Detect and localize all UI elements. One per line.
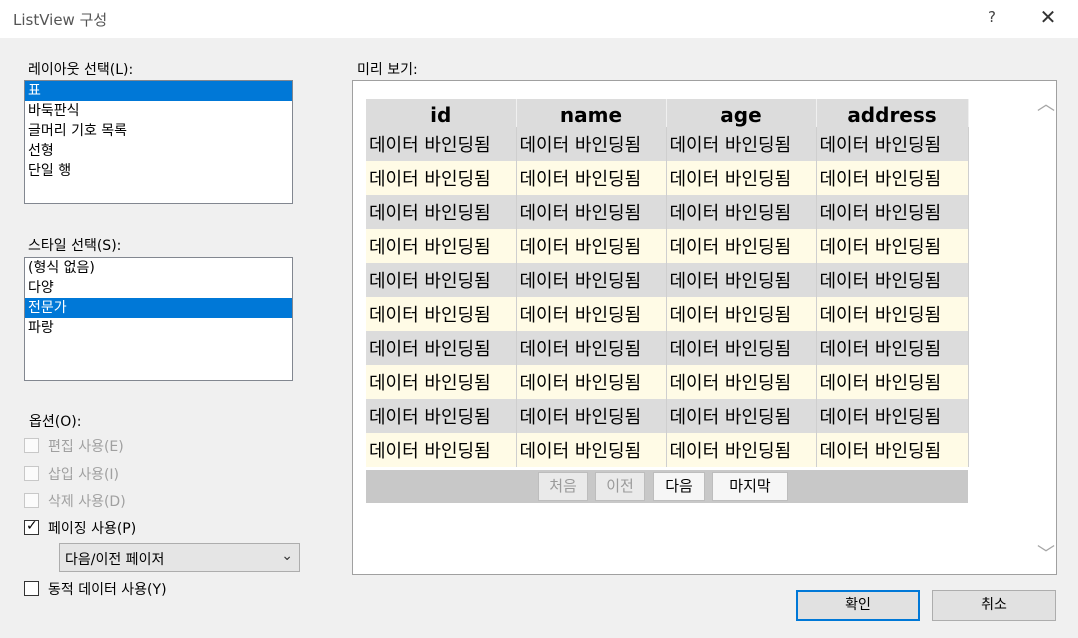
pager-mode-value: 다음/이전 페이저 [65,552,165,568]
table-row: 데이터 바인딩됨 데이터 바인딩됨 데이터 바인딩됨 데이터 바인딩됨 [366,365,969,399]
layout-item[interactable]: 선형 [25,141,292,161]
layout-label: 레이아웃 선택(L): [28,62,134,78]
table-cell: 데이터 바인딩됨 [816,399,969,433]
table-cell: 데이터 바인딩됨 [816,127,969,161]
enable-insert-checkbox[interactable] [24,466,39,481]
table-cell: 데이터 바인딩됨 [366,161,517,195]
table-cell: 데이터 바인딩됨 [366,263,517,297]
table-header-row: id name age address [366,99,969,127]
last-page-button[interactable]: 마지막 [712,472,788,501]
table-cell: 데이터 바인딩됨 [366,195,517,229]
pager-mode-dropdown[interactable]: 다음/이전 페이저 ⌄ [59,543,300,572]
enable-insert-label: 삽입 사용(I) [48,467,120,483]
table-cell: 데이터 바인딩됨 [366,297,517,331]
table-cell: 데이터 바인딩됨 [366,433,517,467]
table-row: 데이터 바인딩됨 데이터 바인딩됨 데이터 바인딩됨 데이터 바인딩됨 [366,161,969,195]
table-row: 데이터 바인딩됨 데이터 바인딩됨 데이터 바인딩됨 데이터 바인딩됨 [366,127,969,161]
enable-paging-label: 페이징 사용(P) [48,521,137,537]
cancel-button[interactable]: 취소 [932,590,1056,621]
column-header: address [816,99,969,127]
table-cell: 데이터 바인딩됨 [816,433,969,467]
enable-delete-label: 삭제 사용(D) [48,494,126,510]
layout-item[interactable]: 단일 행 [25,161,292,181]
layout-item[interactable]: 글머리 기호 목록 [25,121,292,141]
table-cell: 데이터 바인딩됨 [666,161,817,195]
style-item[interactable]: 다양 [25,278,292,298]
style-item[interactable]: (형식 없음) [25,258,292,278]
style-item[interactable]: 파랑 [25,318,292,338]
table-cell: 데이터 바인딩됨 [666,433,817,467]
table-row: 데이터 바인딩됨 데이터 바인딩됨 데이터 바인딩됨 데이터 바인딩됨 [366,297,969,331]
table-cell: 데이터 바인딩됨 [366,229,517,263]
table-cell: 데이터 바인딩됨 [666,229,817,263]
table-cell: 데이터 바인딩됨 [666,195,817,229]
style-item[interactable]: 전문가 [25,298,292,318]
pager-bar: 처음 이전 다음 마지막 [366,470,968,503]
table-cell: 데이터 바인딩됨 [816,365,969,399]
style-listbox[interactable]: (형식 없음) 다양 전문가 파랑 [24,257,293,381]
table-row: 데이터 바인딩됨 데이터 바인딩됨 데이터 바인딩됨 데이터 바인딩됨 [366,229,969,263]
table-cell: 데이터 바인딩됨 [666,297,817,331]
table-cell: 데이터 바인딩됨 [666,365,817,399]
table-cell: 데이터 바인딩됨 [666,127,817,161]
table-row: 데이터 바인딩됨 데이터 바인딩됨 데이터 바인딩됨 데이터 바인딩됨 [366,433,969,467]
table-cell: 데이터 바인딩됨 [816,297,969,331]
layout-item[interactable]: 표 [25,81,292,101]
table-cell: 데이터 바인딩됨 [816,195,969,229]
table-cell: 데이터 바인딩됨 [666,263,817,297]
table-row: 데이터 바인딩됨 데이터 바인딩됨 데이터 바인딩됨 데이터 바인딩됨 [366,263,969,297]
table-cell: 데이터 바인딩됨 [516,229,667,263]
scroll-up-icon[interactable]: ︿ [1034,90,1058,115]
options-label: 옵션(O): [29,414,82,430]
column-header: name [516,99,667,127]
enable-edit-checkbox[interactable] [24,438,39,453]
enable-paging-checkbox[interactable]: ✓ [24,518,39,535]
table-cell: 데이터 바인딩됨 [366,365,517,399]
column-header: id [366,99,517,127]
table-cell: 데이터 바인딩됨 [516,433,667,467]
preview-label: 미리 보기: [357,62,418,78]
table-cell: 데이터 바인딩됨 [516,399,667,433]
chevron-down-icon: ⌄ [281,548,293,564]
dynamic-data-label: 동적 데이터 사용(Y) [48,582,167,598]
table-row: 데이터 바인딩됨 데이터 바인딩됨 데이터 바인딩됨 데이터 바인딩됨 [366,399,969,433]
table-cell: 데이터 바인딩됨 [816,263,969,297]
dynamic-data-checkbox[interactable] [24,581,39,596]
help-button[interactable]: ? [982,8,1002,30]
table-cell: 데이터 바인딩됨 [516,331,667,365]
table-cell: 데이터 바인딩됨 [516,297,667,331]
table-row: 데이터 바인딩됨 데이터 바인딩됨 데이터 바인딩됨 데이터 바인딩됨 [366,331,969,365]
window-title: ListView 구성 [13,11,108,29]
ok-button[interactable]: 확인 [796,590,920,621]
table-cell: 데이터 바인딩됨 [666,331,817,365]
prev-page-button[interactable]: 이전 [595,472,645,501]
first-page-button[interactable]: 처음 [538,472,588,501]
layout-listbox[interactable]: 표 바둑판식 글머리 기호 목록 선형 단일 행 [24,80,293,204]
table-cell: 데이터 바인딩됨 [366,331,517,365]
checkmark-icon: ✓ [26,518,38,534]
table-cell: 데이터 바인딩됨 [516,161,667,195]
layout-item[interactable]: 바둑판식 [25,101,292,121]
next-page-button[interactable]: 다음 [653,472,705,501]
column-header: age [666,99,817,127]
close-button[interactable]: ✕ [1036,5,1060,31]
scroll-down-icon[interactable]: ﹀ [1034,540,1058,565]
table-row: 데이터 바인딩됨 데이터 바인딩됨 데이터 바인딩됨 데이터 바인딩됨 [366,195,969,229]
enable-edit-label: 편집 사용(E) [48,439,124,455]
table-cell: 데이터 바인딩됨 [366,399,517,433]
enable-delete-checkbox[interactable] [24,493,39,508]
table-cell: 데이터 바인딩됨 [816,161,969,195]
table-cell: 데이터 바인딩됨 [816,229,969,263]
table-cell: 데이터 바인딩됨 [516,263,667,297]
table-cell: 데이터 바인딩됨 [666,399,817,433]
title-bar: ListView 구성 ? ✕ [0,0,1078,38]
table-cell: 데이터 바인딩됨 [366,127,517,161]
table-cell: 데이터 바인딩됨 [516,195,667,229]
preview-table: id name age address 데이터 바인딩됨 데이터 바인딩됨 데이터 … [366,99,969,467]
style-label: 스타일 선택(S): [28,238,122,254]
table-cell: 데이터 바인딩됨 [516,127,667,161]
table-cell: 데이터 바인딩됨 [516,365,667,399]
table-cell: 데이터 바인딩됨 [816,331,969,365]
